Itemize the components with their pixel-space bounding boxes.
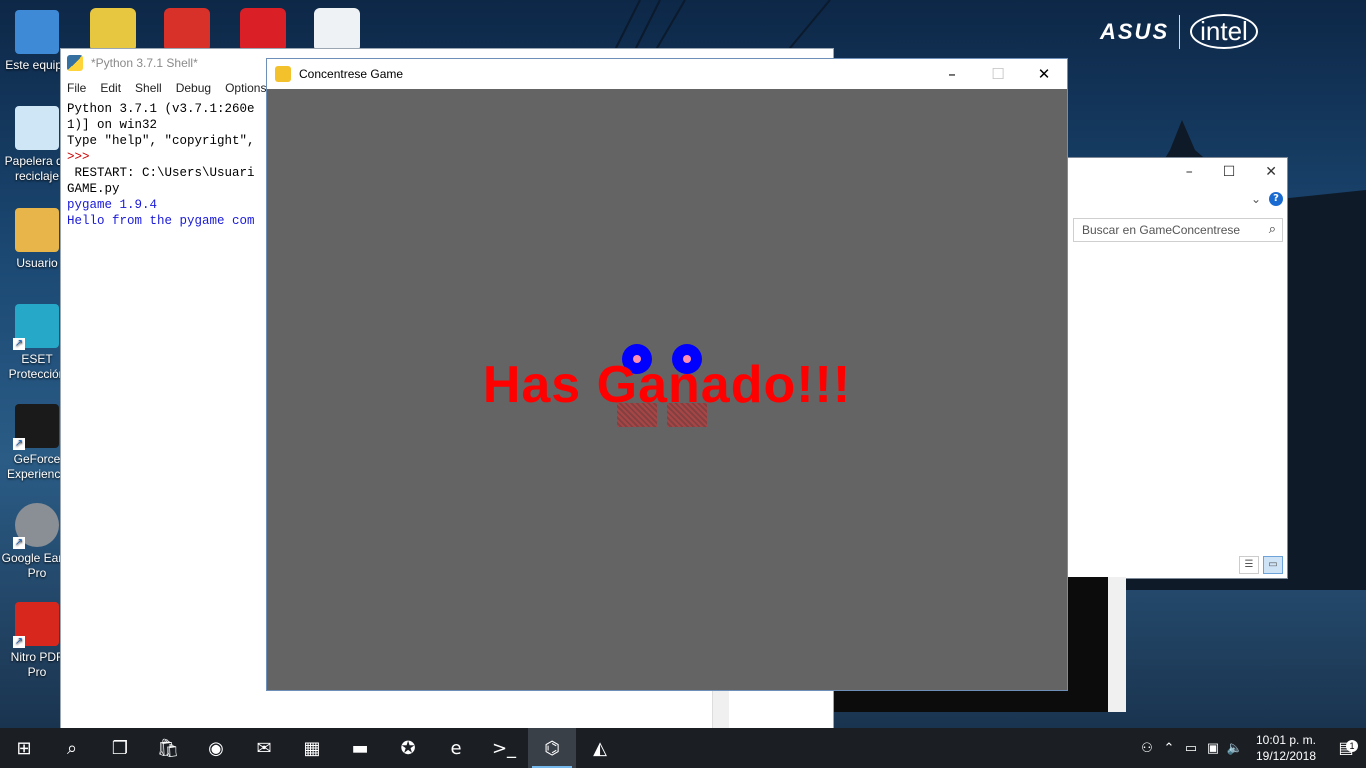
shortcut-arrow-icon: ↗	[13, 438, 25, 450]
asus-logo: ASUS	[1100, 18, 1170, 44]
search-icon[interactable]: ⌕	[48, 728, 96, 768]
shortcut-arrow-icon: ↗	[13, 338, 25, 350]
eset-icon: ↗	[13, 304, 59, 350]
terminal-icon[interactable]: >_	[480, 728, 528, 768]
terminal-scrollbar[interactable]	[1108, 577, 1126, 712]
maximize-icon: ☐	[991, 65, 1005, 83]
game-title: Concentrese Game	[299, 67, 404, 81]
menu-file[interactable]: File	[67, 81, 86, 95]
battery-icon[interactable]: ▭	[1180, 740, 1202, 756]
menu-options[interactable]: Options	[225, 81, 266, 95]
action-center-icon[interactable]: ▤1	[1326, 738, 1366, 758]
shortcut-arrow-icon: ↗	[13, 636, 25, 648]
menu-debug[interactable]: Debug	[176, 81, 211, 95]
maximize-icon[interactable]: ☐	[1223, 164, 1236, 180]
close-icon[interactable]: ✕	[1265, 164, 1277, 180]
system-tray: ⚇ ⌃ ▭ ▣ 🔈 10:01 p. m. 19/12/2018 ▤1	[1136, 728, 1366, 768]
mail-icon[interactable]: ✉	[240, 728, 288, 768]
store-icon[interactable]: 🛍	[144, 728, 192, 768]
clock[interactable]: 10:01 p. m. 19/12/2018	[1246, 732, 1326, 764]
search-icon: ⌕	[1268, 221, 1276, 236]
search-input[interactable]: Buscar en GameConcentrese ⌕	[1073, 218, 1283, 242]
win-message: Has Ganado!!!	[482, 356, 852, 414]
pygame-window[interactable]: Concentrese Game – ☐ ✕ Has Ganado!!!	[266, 58, 1068, 691]
minimize-icon[interactable]: –	[1186, 164, 1193, 180]
file-explorer-icon[interactable]: ▬	[336, 728, 384, 768]
chevron-up-icon[interactable]: ⌃	[1158, 740, 1180, 756]
edge-icon[interactable]: e	[432, 728, 480, 768]
network-icon[interactable]: ▣	[1202, 740, 1224, 756]
chrome-icon[interactable]: ◉	[192, 728, 240, 768]
taskbar: ⊞ ⌕ ❐ 🛍 ◉ ✉ ▦ ▬ ✪ e >_ ⌬ ◭ ⚇ ⌃ ▭ ▣ 🔈 10:01 p. m. 19/…	[0, 728, 1366, 768]
details-view-icon[interactable]: ☰	[1239, 556, 1259, 574]
calculator-icon[interactable]: ▦	[288, 728, 336, 768]
warframe-icon[interactable]	[314, 8, 360, 52]
search-placeholder: Buscar en GameConcentrese	[1082, 223, 1241, 237]
large-icons-view-icon[interactable]: ▭	[1263, 556, 1283, 574]
python-icon	[67, 55, 83, 71]
menu-shell[interactable]: Shell	[135, 81, 162, 95]
chevron-down-icon[interactable]: ⌄	[1251, 192, 1261, 206]
close-icon[interactable]: ✕	[1021, 59, 1067, 89]
notification-badge: 1	[1346, 740, 1358, 752]
explorer-window[interactable]: – ☐ ✕ ⌄ ? Buscar en GameConcentrese ⌕ ☰ …	[1066, 157, 1288, 579]
window-controls: – ☐ ✕	[1186, 164, 1277, 180]
computer-icon	[15, 10, 59, 54]
windows-start-icon[interactable]: ⊞	[0, 728, 48, 768]
ccleaner-icon[interactable]	[164, 8, 210, 52]
brand-logos: ASUS intel	[1100, 14, 1258, 49]
google-earth-icon: ↗	[13, 503, 59, 549]
geforce-icon: ↗	[13, 404, 59, 450]
view-toggle: ☰ ▭	[1239, 556, 1283, 574]
recycle-bin-icon	[15, 106, 59, 150]
volume-icon[interactable]: 🔈	[1224, 740, 1246, 756]
nitro-pdf-icon: ↗	[13, 602, 59, 648]
game-app-icon[interactable]: ✪	[384, 728, 432, 768]
clock-time: 10:01 p. m.	[1255, 733, 1317, 747]
people-icon[interactable]: ⚇	[1136, 740, 1158, 756]
desktop-icon-label: Usuario	[16, 256, 58, 270]
window-controls: – ☐ ✕	[929, 59, 1067, 89]
python-icon[interactable]: ⌬	[528, 728, 576, 768]
dvd-app-icon[interactable]	[90, 8, 136, 52]
clock-date: 19/12/2018	[1255, 749, 1317, 763]
help-icon[interactable]: ?	[1269, 192, 1283, 206]
user-folder-icon	[15, 208, 59, 252]
intel-logo: intel	[1190, 14, 1258, 49]
minimize-icon[interactable]: –	[929, 59, 975, 89]
menu-edit[interactable]: Edit	[100, 81, 121, 95]
brand-divider	[1179, 14, 1181, 49]
task-view-icon[interactable]: ❐	[96, 728, 144, 768]
shell-title: *Python 3.7.1 Shell*	[91, 56, 198, 70]
adobe-cc-icon[interactable]	[240, 8, 286, 52]
pygame-icon[interactable]: ◭	[576, 728, 624, 768]
shortcut-arrow-icon: ↗	[13, 537, 25, 549]
game-canvas[interactable]: Has Ganado!!!	[267, 89, 1067, 690]
pygame-icon	[275, 66, 291, 82]
